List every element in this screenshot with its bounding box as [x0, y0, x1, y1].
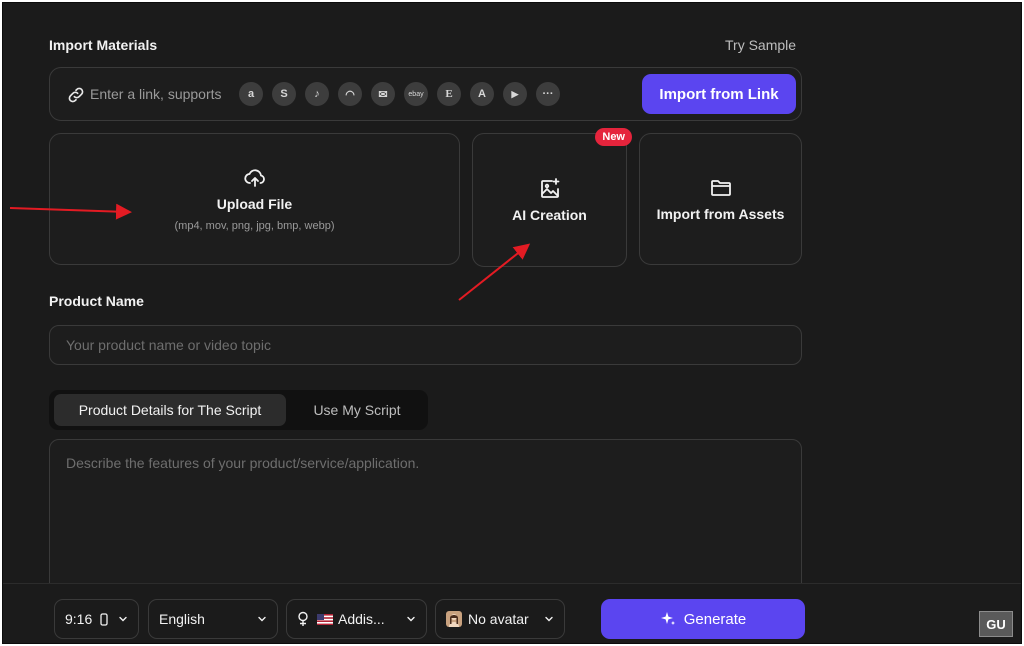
- product-name-input[interactable]: [49, 325, 802, 365]
- sparkle-icon: [660, 612, 675, 625]
- chevron-down-icon: [545, 616, 553, 622]
- image-sparkle-icon: [540, 178, 559, 198]
- ai-creation-card[interactable]: AI Creation New: [472, 128, 632, 267]
- shopify-icon[interactable]: S: [272, 82, 296, 106]
- ai-creation-title: AI Creation: [512, 207, 587, 223]
- generate-label: Generate: [683, 610, 747, 628]
- amazon-icon[interactable]: a: [239, 82, 263, 106]
- lazada-icon[interactable]: ◠: [338, 82, 362, 106]
- aspect-ratio-select[interactable]: 9:16: [54, 599, 139, 639]
- language-select[interactable]: English: [148, 599, 278, 639]
- etsy-icon[interactable]: E: [437, 82, 461, 106]
- generate-button[interactable]: Generate: [601, 599, 805, 639]
- tab-use-my-script[interactable]: Use My Script: [291, 394, 423, 426]
- tab-product-details[interactable]: Product Details for The Script: [54, 394, 286, 426]
- chevron-down-icon: [407, 616, 415, 622]
- more-icon[interactable]: ···: [536, 82, 560, 106]
- link-icon: [68, 87, 84, 103]
- script-tabs: Product Details for The Script Use My Sc…: [49, 390, 428, 430]
- upload-file-formats: (mp4, mov, png, jpg, bmp, webp): [174, 220, 335, 232]
- app-frame: Import Materials Try Sample a S ♪ ◠ ✉ eb…: [2, 2, 1022, 644]
- upload-file-title: Upload File: [216, 196, 293, 212]
- phone-portrait-icon: [100, 612, 108, 626]
- ebay-icon[interactable]: ebay: [404, 82, 428, 106]
- try-sample-link[interactable]: Try Sample: [725, 37, 796, 53]
- folder-icon: [710, 180, 731, 196]
- voice-select[interactable]: Addis...: [286, 599, 427, 639]
- app-store-icon[interactable]: A: [470, 82, 494, 106]
- shopping-bag-icon[interactable]: ♪: [305, 82, 329, 106]
- play-store-icon[interactable]: ▶: [503, 82, 527, 106]
- aspect-ratio-value: 9:16: [65, 611, 93, 627]
- us-flag-icon: [317, 613, 333, 625]
- avatar-select[interactable]: No avatar: [435, 599, 565, 639]
- product-name-label: Product Name: [49, 293, 144, 309]
- mail-icon[interactable]: ✉: [371, 82, 395, 106]
- import-materials-title: Import Materials: [49, 37, 158, 53]
- upload-file-card[interactable]: Upload File (mp4, mov, png, jpg, bmp, we…: [49, 133, 460, 265]
- link-input[interactable]: [90, 82, 240, 106]
- platform-icons: a S ♪ ◠ ✉ ebay E A ▶ ···: [239, 82, 560, 106]
- chevron-down-icon: [119, 616, 127, 622]
- avatar-icon: [446, 611, 462, 627]
- female-voice-icon: [298, 611, 308, 626]
- new-badge: New: [595, 128, 632, 146]
- avatar-value: No avatar: [468, 611, 529, 627]
- import-from-assets-card[interactable]: Import from Assets: [639, 133, 802, 265]
- voice-value: Addis...: [338, 611, 385, 627]
- bottom-toolbar: 9:16 English Addis... No avatar Generate: [3, 583, 1021, 643]
- import-from-link-button[interactable]: Import from Link: [642, 74, 796, 114]
- import-from-assets-title: Import from Assets: [656, 206, 785, 222]
- language-value: English: [159, 611, 205, 627]
- link-import-bar: a S ♪ ◠ ✉ ebay E A ▶ ··· Import from Lin…: [49, 67, 802, 121]
- watermark-logo: GU: [979, 611, 1013, 637]
- chevron-down-icon: [258, 616, 266, 622]
- cloud-upload-icon: [243, 169, 265, 187]
